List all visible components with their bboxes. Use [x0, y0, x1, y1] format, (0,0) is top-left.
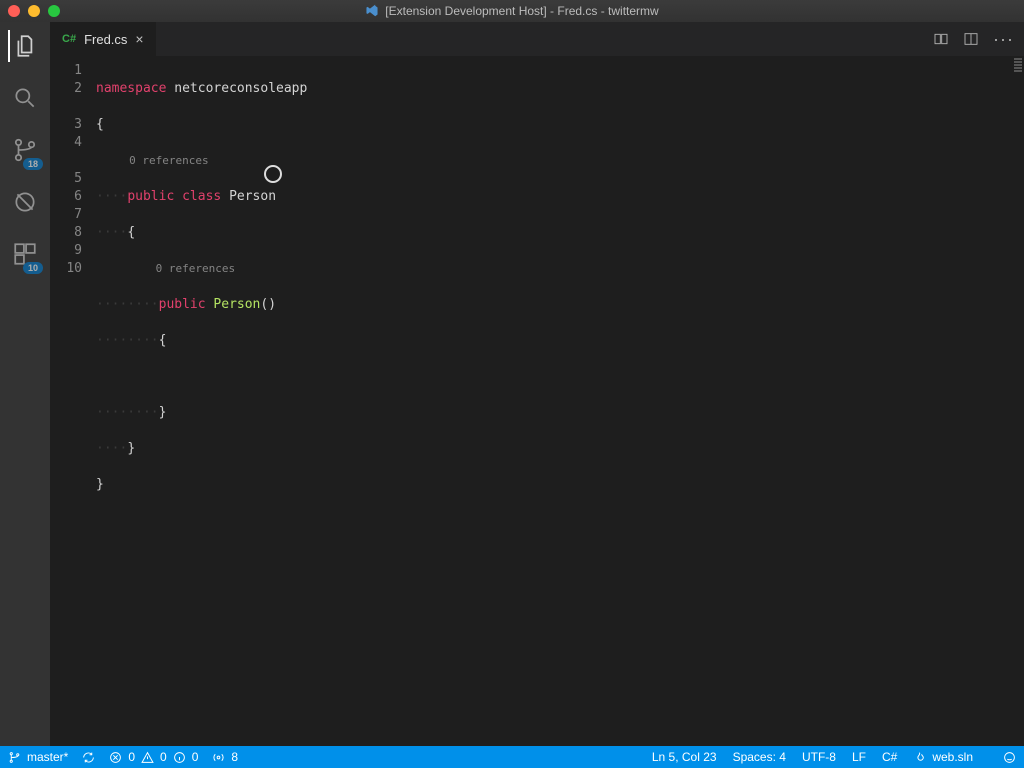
- window-title: [Extension Development Host] - Fred.cs -…: [365, 4, 658, 18]
- debug-activity[interactable]: [9, 186, 41, 218]
- line-number: 4: [50, 134, 82, 152]
- feedback-icon[interactable]: [1003, 751, 1016, 764]
- files-icon: [13, 33, 39, 59]
- status-bar: master* 0 0 0 8 Ln 5, Col 23 Spaces: 4 U…: [0, 746, 1024, 768]
- explorer-activity[interactable]: [8, 30, 40, 62]
- vscode-window: [Extension Development Host] - Fred.cs -…: [0, 0, 1024, 768]
- close-tab-button[interactable]: ×: [135, 32, 143, 46]
- line-number: 7: [50, 206, 82, 224]
- code-content[interactable]: namespace netcoreconsoleapp { 0 referenc…: [96, 56, 307, 746]
- window-controls: [8, 5, 60, 17]
- bug-icon: [12, 189, 38, 215]
- compare-icon[interactable]: [933, 31, 949, 47]
- close-window-button[interactable]: [8, 5, 20, 17]
- tab-actions: ···: [933, 22, 1024, 56]
- flame-icon: [913, 751, 926, 764]
- codelens-references[interactable]: 0 references: [156, 262, 235, 275]
- solution-status[interactable]: web.sln: [913, 750, 973, 764]
- line-number: 10: [50, 260, 82, 278]
- extensions-activity[interactable]: 10: [9, 238, 41, 270]
- info-icon: [173, 751, 186, 764]
- sync-status[interactable]: [82, 751, 95, 764]
- minimize-window-button[interactable]: [28, 5, 40, 17]
- scm-activity[interactable]: 18: [9, 134, 41, 166]
- lang-badge: C#: [62, 33, 76, 45]
- extensions-badge: 10: [23, 262, 43, 274]
- broadcast-icon: [212, 751, 225, 764]
- scm-badge: 18: [23, 158, 43, 170]
- tab-filename: Fred.cs: [84, 32, 127, 47]
- problems-status[interactable]: 0 0 0: [109, 750, 198, 764]
- encoding-status[interactable]: UTF-8: [802, 750, 836, 764]
- error-icon: [109, 751, 122, 764]
- line-number: 1: [50, 62, 82, 80]
- code-editor[interactable]: 1 2 3 4 5 6 7 8 9 10 namespace netcoreco…: [50, 56, 1024, 746]
- tab-bar: C# Fred.cs × ···: [50, 22, 1024, 56]
- vscode-icon: [365, 4, 379, 18]
- language-status[interactable]: C#: [882, 750, 897, 764]
- search-icon: [12, 85, 38, 111]
- line-number: 8: [50, 224, 82, 242]
- zoom-window-button[interactable]: [48, 5, 60, 17]
- more-actions-button[interactable]: ···: [993, 29, 1014, 50]
- branch-icon: [8, 751, 21, 764]
- line-number: 9: [50, 242, 82, 260]
- activity-bar: 18 10: [0, 22, 50, 746]
- codelens-references[interactable]: 0 references: [129, 154, 208, 167]
- cursor-position-status[interactable]: Ln 5, Col 23: [652, 750, 717, 764]
- warning-icon: [141, 751, 154, 764]
- indentation-status[interactable]: Spaces: 4: [733, 750, 786, 764]
- line-number: 5: [50, 170, 82, 188]
- gutter: 1 2 3 4 5 6 7 8 9 10: [50, 56, 96, 746]
- overview-ruler[interactable]: [1012, 56, 1024, 746]
- editor-area: C# Fred.cs × ··· 1 2 3 4: [50, 22, 1024, 746]
- git-branch-status[interactable]: master*: [8, 750, 68, 764]
- split-editor-icon[interactable]: [963, 31, 979, 47]
- messages-status[interactable]: 8: [212, 750, 238, 764]
- titlebar[interactable]: [Extension Development Host] - Fred.cs -…: [0, 0, 1024, 22]
- file-tab[interactable]: C# Fred.cs ×: [50, 22, 157, 56]
- line-number: 3: [50, 116, 82, 134]
- line-number: 2: [50, 80, 82, 98]
- eol-status[interactable]: LF: [852, 750, 866, 764]
- search-activity[interactable]: [9, 82, 41, 114]
- line-number: 6: [50, 188, 82, 206]
- sync-icon: [82, 751, 95, 764]
